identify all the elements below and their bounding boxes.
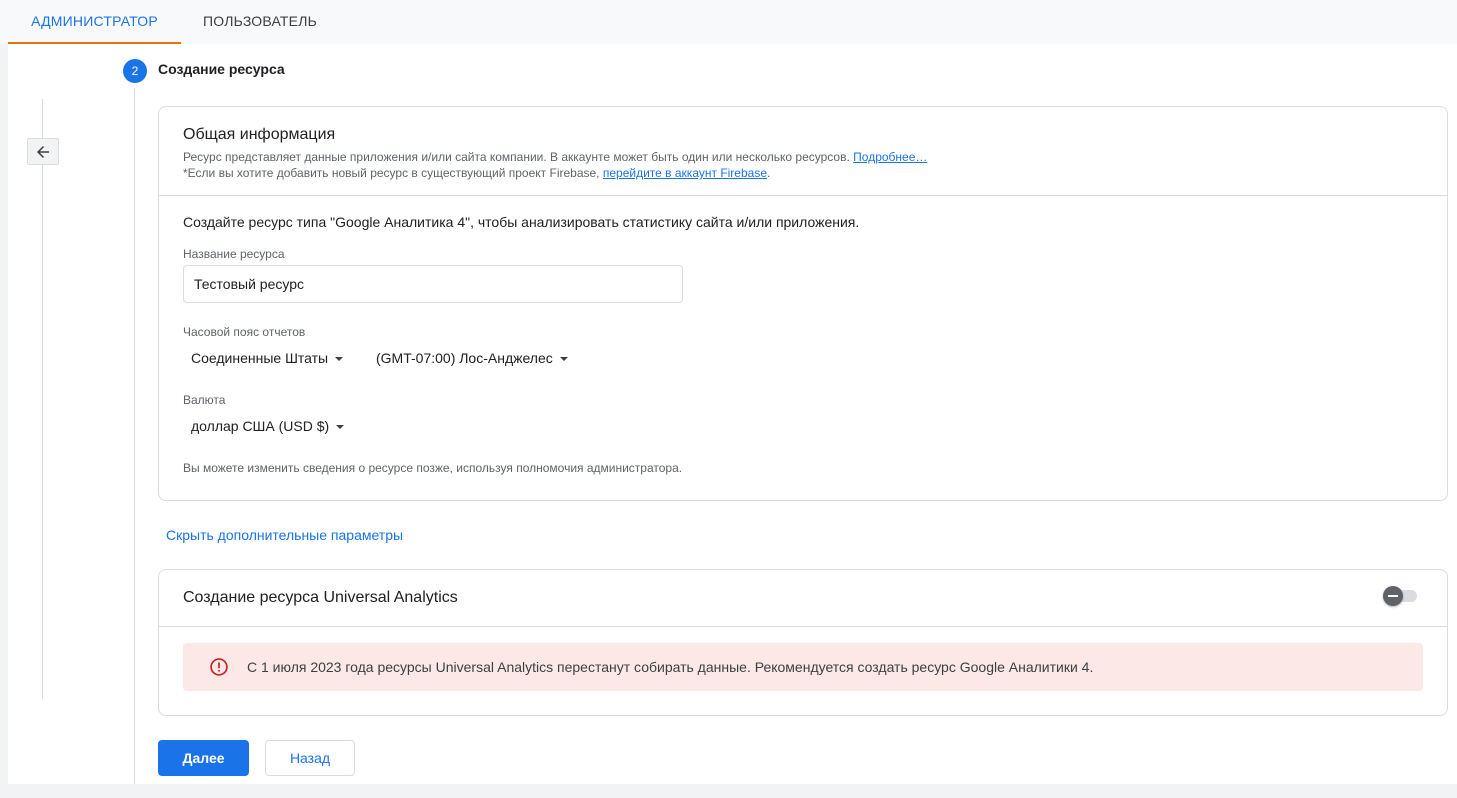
- firebase-link[interactable]: перейдите в аккаунт Firebase: [603, 166, 767, 180]
- general-info-header: Общая информация Ресурс представляет дан…: [159, 107, 1447, 196]
- universal-analytics-card: Создание ресурса Universal Analytics С 1…: [158, 569, 1448, 716]
- caret-down-icon: [559, 356, 568, 361]
- toggle-knob: [1383, 586, 1403, 606]
- admin-note: Вы можете изменить сведения о ресурсе по…: [183, 461, 683, 475]
- currency-value: доллар США (USD $): [191, 418, 330, 434]
- ua-toggle[interactable]: [1383, 586, 1419, 606]
- learn-more-link[interactable]: Подробнее…: [853, 150, 927, 164]
- timezone-label: Часовой пояс отчетов: [183, 325, 306, 339]
- arrow-left-icon: [37, 145, 49, 158]
- tab-user[interactable]: ПОЛЬЗОВАТЕЛЬ: [190, 0, 330, 44]
- tab-bar: АДМИНИСТРАТОР ПОЛЬЗОВАТЕЛЬ: [0, 0, 1457, 44]
- currency-label: Валюта: [183, 393, 226, 407]
- hide-advanced-link[interactable]: Скрыть дополнительные параметры: [166, 527, 403, 543]
- main-panel: 2 Создание ресурса Общая информация Ресу…: [8, 44, 1457, 784]
- next-button[interactable]: Далее: [158, 740, 249, 776]
- ua-title: Создание ресурса Universal Analytics: [183, 589, 458, 606]
- error-icon: [210, 658, 228, 676]
- back-arrow-button[interactable]: [27, 138, 59, 165]
- timezone-value: (GMT-07:00) Лос-Анджелес: [376, 350, 553, 366]
- country-value: Соединенные Штаты: [191, 350, 329, 366]
- caret-down-icon: [335, 356, 344, 361]
- left-divider: [42, 99, 43, 699]
- caret-down-icon: [336, 424, 345, 429]
- ua-warning-alert: С 1 июля 2023 года ресурсы Universal Ana…: [183, 643, 1423, 691]
- general-info-title: Общая информация: [183, 126, 336, 143]
- step-number: 2: [123, 59, 147, 83]
- ua-header: Создание ресурса Universal Analytics: [159, 570, 1447, 627]
- back-button[interactable]: Назад: [265, 740, 355, 776]
- country-dropdown[interactable]: Соединенные Штаты: [191, 350, 344, 366]
- description-text-1: Ресурс представляет данные приложения и/…: [183, 150, 850, 164]
- stepper-line: [134, 88, 135, 784]
- timezone-dropdown[interactable]: (GMT-07:00) Лос-Анджелес: [376, 350, 568, 366]
- ua-warning-text: С 1 июля 2023 года ресурсы Universal Ana…: [247, 659, 1094, 675]
- step-title: Создание ресурса: [158, 61, 285, 77]
- property-name-label: Название ресурса: [183, 247, 285, 261]
- tab-administrator[interactable]: АДМИНИСТРАТОР: [8, 0, 181, 44]
- description-text-2: *Если вы хотите добавить новый ресурс в …: [183, 166, 600, 180]
- property-name-input[interactable]: [183, 265, 683, 303]
- general-info-description: Ресурс представляет данные приложения и/…: [183, 149, 927, 181]
- currency-dropdown[interactable]: доллар США (USD $): [191, 418, 345, 434]
- general-info-card: Общая информация Ресурс представляет дан…: [158, 106, 1448, 501]
- description-end: .: [767, 166, 771, 180]
- ga4-intro-text: Создайте ресурс типа "Google Аналитика 4…: [183, 214, 860, 230]
